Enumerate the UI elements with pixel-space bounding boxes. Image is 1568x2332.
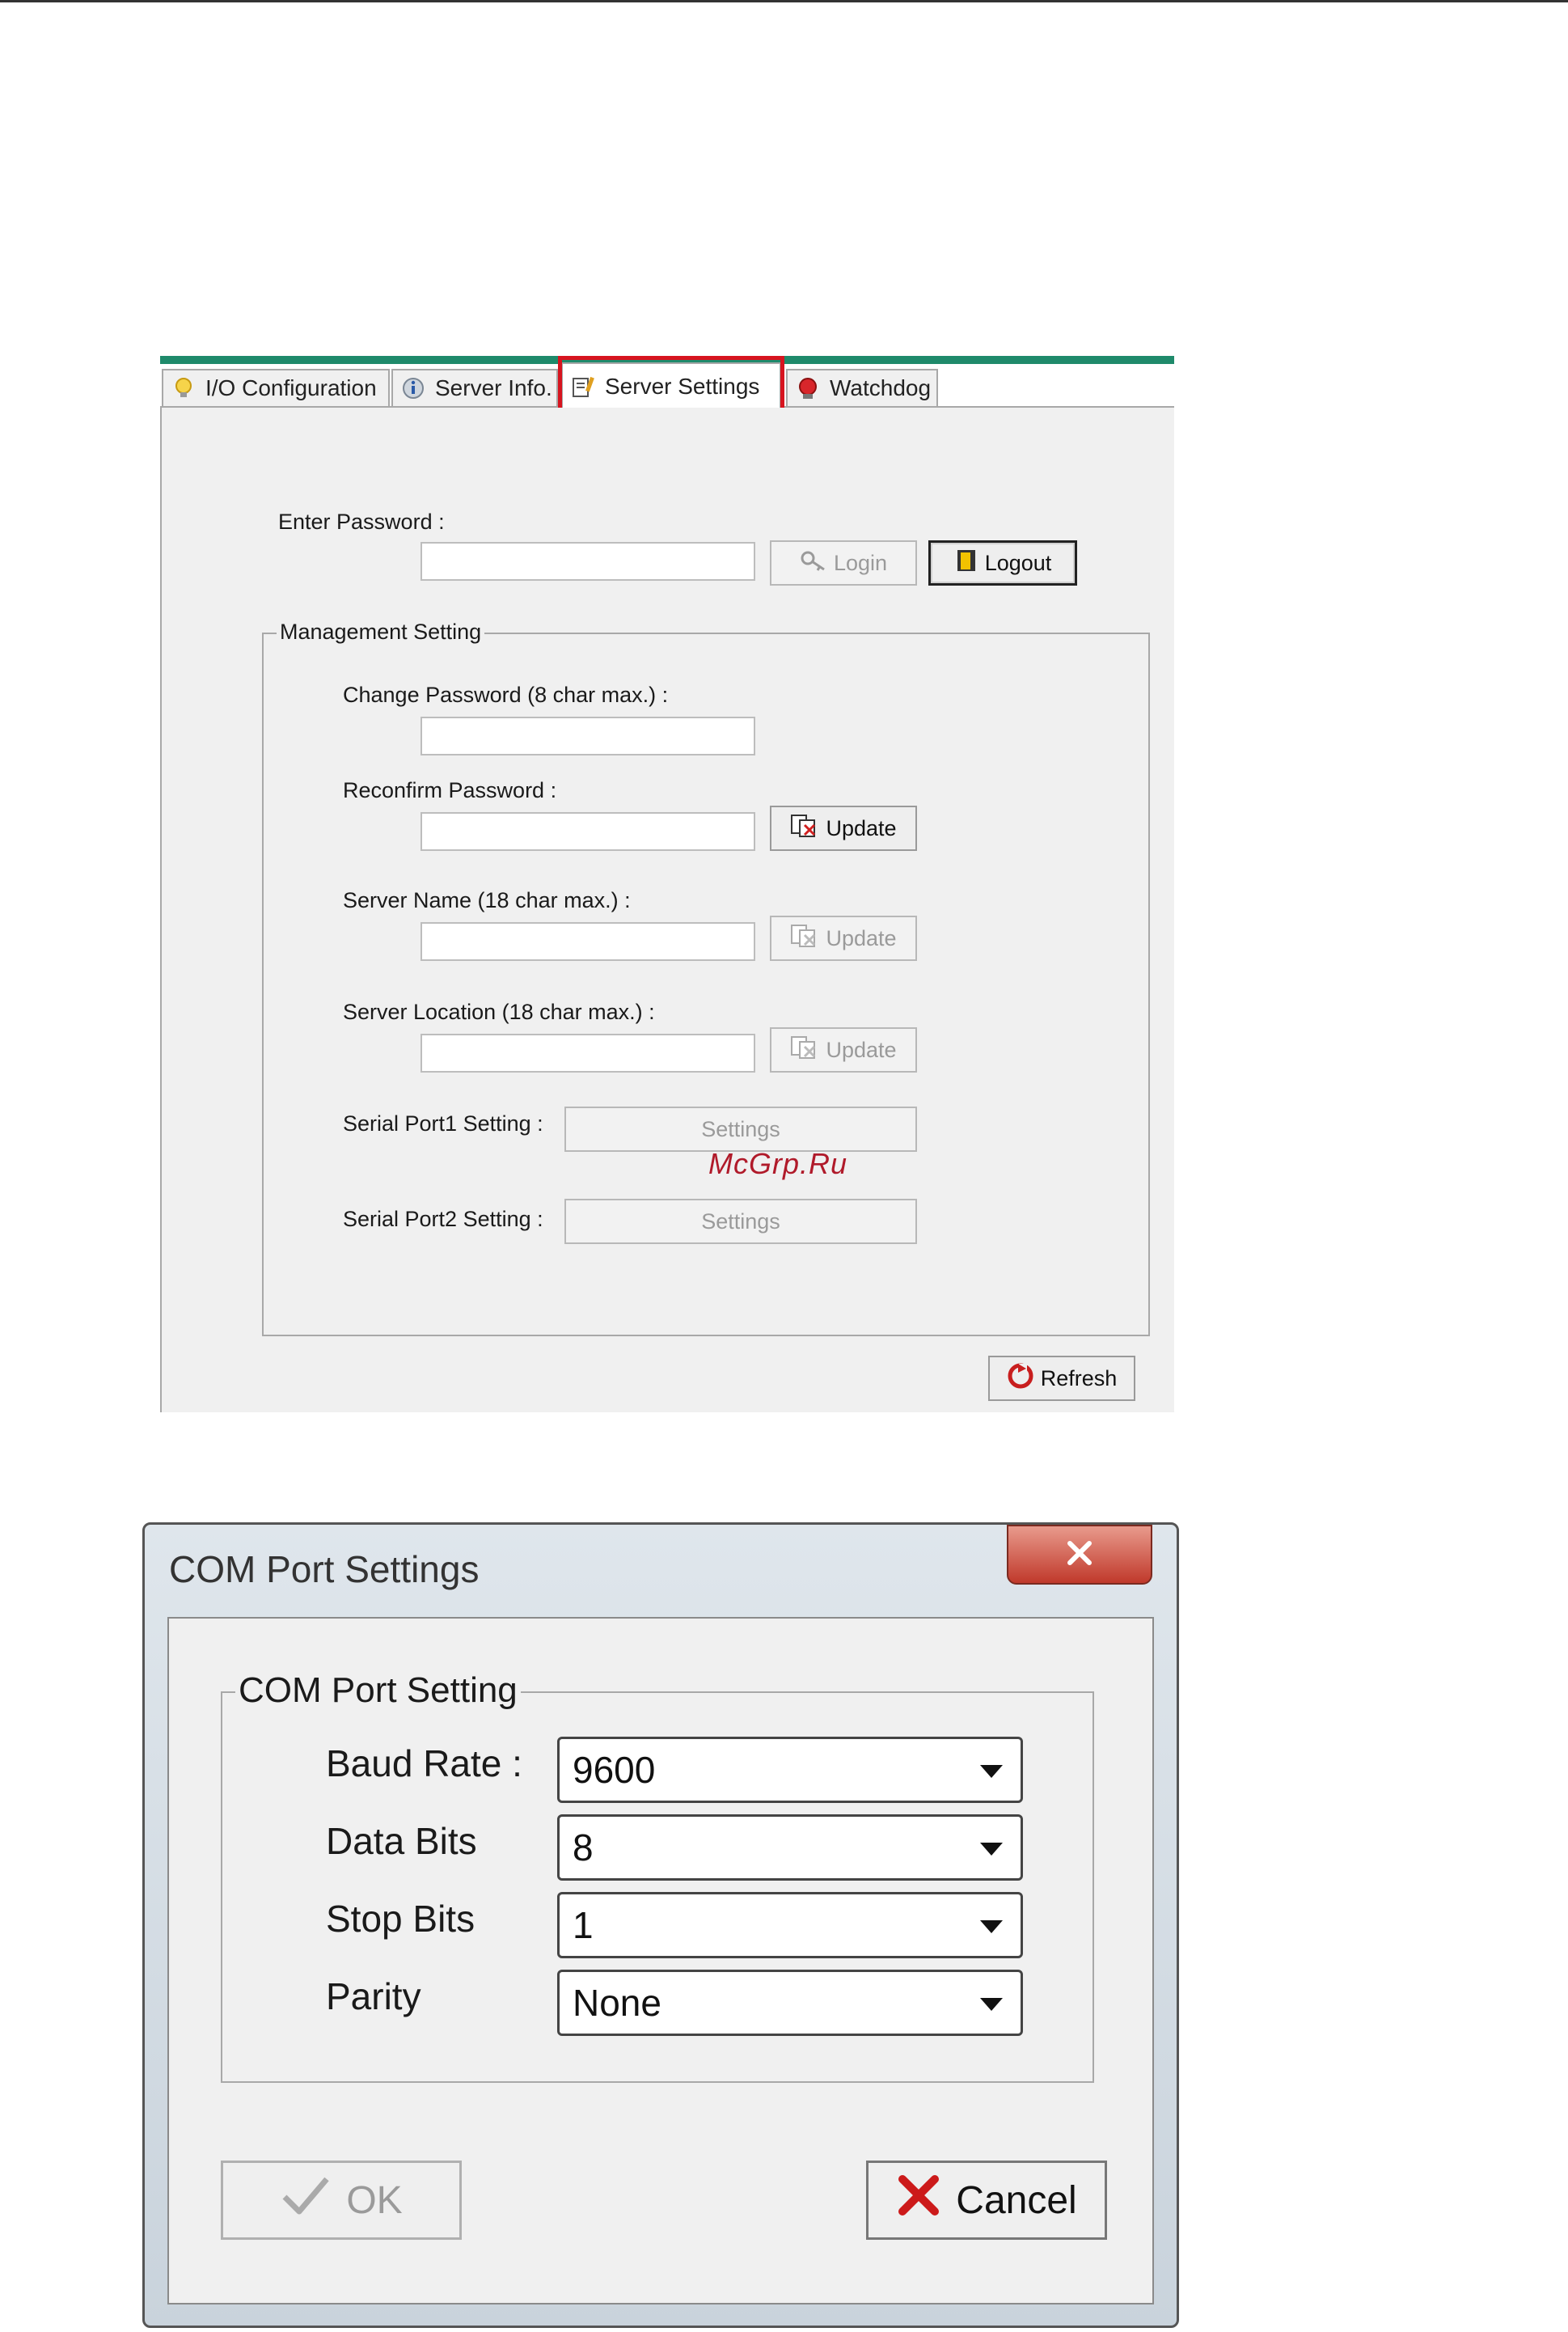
update-icon xyxy=(790,1035,819,1065)
enter-password-input[interactable] xyxy=(421,542,755,581)
refresh-icon xyxy=(1007,1362,1034,1395)
tab-watchdog[interactable]: Watchdog xyxy=(786,369,938,406)
close-button[interactable] xyxy=(1007,1525,1152,1585)
dialog-title: COM Port Settings xyxy=(169,1548,480,1590)
page-top-rule xyxy=(0,0,1568,2)
change-password-label: Change Password (8 char max.) : xyxy=(343,683,669,707)
login-button[interactable]: Login xyxy=(770,540,917,586)
watermark-text: McGrp.Ru xyxy=(708,1147,848,1180)
door-icon xyxy=(954,548,978,578)
serial-port2-label: Serial Port2 Setting : xyxy=(343,1207,543,1231)
baud-rate-select[interactable]: 9600 xyxy=(557,1737,1023,1803)
serial-port1-settings-button[interactable]: Settings xyxy=(564,1107,917,1152)
info-icon xyxy=(401,376,425,400)
update-server-location-button[interactable]: Update xyxy=(770,1027,917,1073)
ok-button[interactable]: OK xyxy=(221,2161,462,2240)
update-icon xyxy=(790,924,819,954)
management-setting-legend: Management Setting xyxy=(277,620,485,645)
com-port-settings-dialog: COM Port Settings COM Port Setting Baud … xyxy=(142,1522,1179,2328)
serial-port1-label: Serial Port1 Setting : xyxy=(343,1111,543,1136)
reconfirm-password-label: Reconfirm Password : xyxy=(343,778,557,802)
reconfirm-password-input[interactable] xyxy=(421,812,755,851)
stop-bits-label: Stop Bits xyxy=(326,1898,475,1940)
refresh-button[interactable]: Refresh xyxy=(988,1356,1135,1401)
close-icon xyxy=(1063,1539,1096,1571)
update-server-name-button[interactable]: Update xyxy=(770,916,917,961)
parity-select[interactable]: None xyxy=(557,1970,1023,2036)
dropdown-arrow-icon xyxy=(980,1765,1003,1778)
stop-bits-select[interactable]: 1 xyxy=(557,1892,1023,1958)
change-password-input[interactable] xyxy=(421,717,755,755)
server-settings-panel: I/O Configuration Server Info. Server Se… xyxy=(160,356,1174,1412)
checkmark-icon xyxy=(280,2173,332,2228)
watchdog-icon xyxy=(796,376,820,400)
server-location-input[interactable] xyxy=(421,1034,755,1073)
cancel-button[interactable]: Cancel xyxy=(866,2161,1107,2240)
enter-password-label: Enter Password : xyxy=(278,510,445,534)
update-icon xyxy=(790,814,819,844)
tab-io-configuration[interactable]: I/O Configuration xyxy=(162,369,390,406)
lightbulb-icon xyxy=(171,376,196,400)
serial-port2-settings-button[interactable]: Settings xyxy=(564,1199,917,1244)
key-icon xyxy=(800,548,827,578)
com-port-setting-legend: COM Port Setting xyxy=(235,1670,521,1711)
dropdown-arrow-icon xyxy=(980,1998,1003,2011)
baud-rate-label: Baud Rate : xyxy=(326,1742,522,1784)
parity-label: Parity xyxy=(326,1975,421,2017)
cancel-x-icon xyxy=(896,2173,941,2228)
update-password-button[interactable]: Update xyxy=(770,806,917,851)
dropdown-arrow-icon xyxy=(980,1843,1003,1856)
data-bits-select[interactable]: 8 xyxy=(557,1814,1023,1881)
tab-server-info[interactable]: Server Info. xyxy=(391,369,558,406)
server-name-label: Server Name (18 char max.) : xyxy=(343,888,631,912)
server-name-input[interactable] xyxy=(421,922,755,961)
data-bits-label: Data Bits xyxy=(326,1820,477,1862)
logout-button[interactable]: Logout xyxy=(928,540,1077,586)
server-location-label: Server Location (18 char max.) : xyxy=(343,1000,655,1024)
dropdown-arrow-icon xyxy=(980,1920,1003,1933)
